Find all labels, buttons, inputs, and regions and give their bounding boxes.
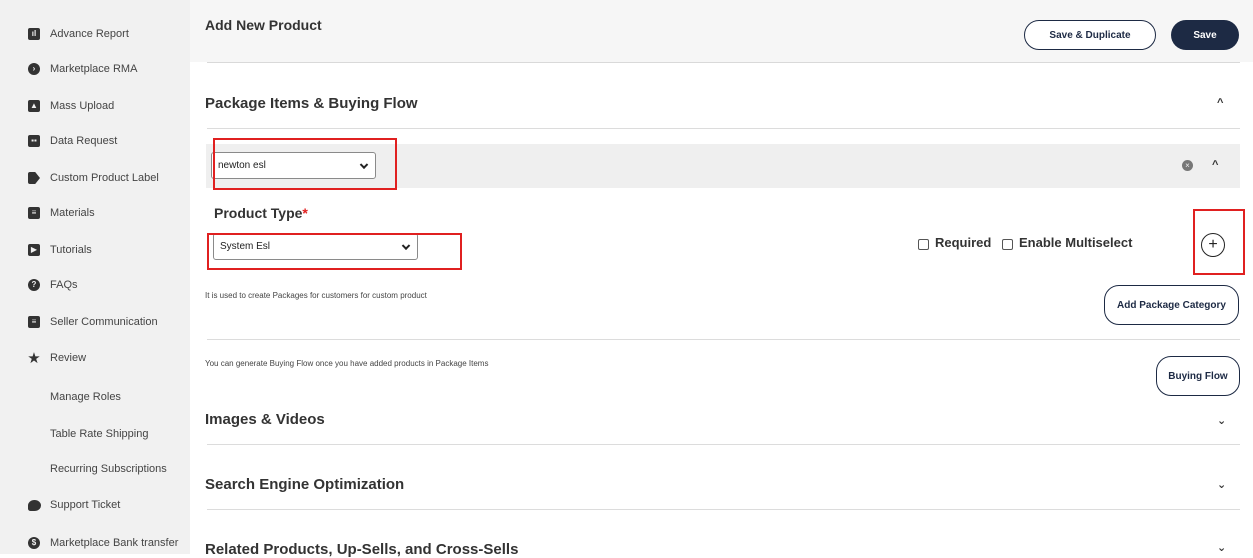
sidebar-item-seller-communication[interactable]: ≡ Seller Communication [0,310,190,334]
document-icon: ≡ [27,206,41,220]
star-icon: ★ [27,349,41,367]
sidebar-item-label: Mass Upload [50,100,115,112]
sidebar-item-review[interactable]: ★ Review [0,346,190,370]
enable-multiselect-checkbox[interactable] [1002,239,1013,250]
play-icon: ▶ [27,243,41,257]
highlight-box-add [1193,209,1245,275]
sidebar-item-label: Custom Product Label [50,172,159,184]
sidebar-item-custom-product-label[interactable]: Custom Product Label [0,166,190,190]
chevron-down-icon[interactable]: ⌄ [1217,414,1226,427]
sidebar-item-label: Data Request [50,135,118,147]
section-title-seo[interactable]: Search Engine Optimization [205,476,404,493]
main-content: Add New Product Save & Duplicate Save Pa… [190,0,1253,558]
header-divider [207,62,1240,63]
sidebar-item-tutorials[interactable]: ▶ Tutorials [0,238,190,262]
sidebar-item-recurring-subscriptions[interactable]: Recurring Subscriptions [0,457,190,481]
help-icon: ? [27,278,41,292]
tag-icon [27,171,41,185]
chevron-up-icon[interactable]: ^ [1217,97,1223,109]
sidebar-item-advance-report[interactable]: ıl Advance Report [0,22,190,46]
required-checkbox[interactable] [918,239,929,250]
highlight-box-product-type [207,233,462,270]
section-divider [207,128,1240,129]
sidebar-item-label: Manage Roles [50,391,121,403]
remove-package-icon[interactable]: × [1182,160,1193,171]
section-title-related-products[interactable]: Related Products, Up-Sells, and Cross-Se… [205,541,518,558]
required-label: Required [935,235,992,250]
section-divider [207,509,1240,510]
rma-icon: › [27,62,41,76]
sidebar: ıl Advance Report › Marketplace RMA ▲ Ma… [0,0,190,554]
sidebar-item-marketplace-rma[interactable]: › Marketplace RMA [0,57,190,81]
upload-icon: ▲ [27,99,41,113]
sidebar-item-label: Support Ticket [50,499,121,511]
sidebar-item-manage-roles[interactable]: Manage Roles [0,385,190,409]
chat-icon [27,498,41,512]
product-type-label-text: Product Type [214,205,303,221]
buying-flow-hint-text: You can generate Buying Flow once you ha… [205,359,489,368]
sidebar-item-label: Seller Communication [50,316,158,328]
section-divider [207,444,1240,445]
sidebar-item-table-rate-shipping[interactable]: Table Rate Shipping [0,422,190,446]
packages-hint-text: It is used to create Packages for custom… [205,291,427,300]
add-package-category-button[interactable]: Add Package Category [1104,285,1239,325]
sidebar-item-marketplace-bank-transfer[interactable]: $ Marketplace Bank transfer [0,531,190,555]
sidebar-item-label: Table Rate Shipping [50,428,149,440]
sidebar-item-materials[interactable]: ≡ Materials [0,201,190,225]
sidebar-item-support-ticket[interactable]: Support Ticket [0,493,190,517]
chevron-up-icon[interactable]: ^ [1212,159,1218,171]
message-icon: ≡ [27,315,41,329]
sidebar-item-data-request[interactable]: ▪▪ Data Request [0,129,190,153]
sidebar-item-label: Tutorials [50,244,92,256]
highlight-box-package [213,138,397,190]
save-button[interactable]: Save [1171,20,1239,50]
section-divider [207,339,1240,340]
sidebar-item-label: Marketplace RMA [50,63,138,75]
enable-multiselect-label: Enable Multiselect [1019,235,1133,250]
sidebar-item-label: Review [50,352,87,364]
section-title-package-items: Package Items & Buying Flow [205,95,418,112]
bank-icon: $ [27,536,41,550]
required-mark: * [302,205,308,221]
sidebar-item-faqs[interactable]: ? FAQs [0,273,190,297]
save-duplicate-button[interactable]: Save & Duplicate [1024,20,1156,50]
section-title-images-videos[interactable]: Images & Videos [205,411,325,428]
sidebar-item-label: FAQs [50,279,78,291]
page-header: Add New Product Save & Duplicate Save [190,0,1253,62]
data-icon: ▪▪ [27,134,41,148]
page-title: Add New Product [205,17,322,33]
product-type-label: Product Type* [214,205,308,221]
sidebar-item-label: Recurring Subscriptions [50,463,167,475]
sidebar-item-label: Advance Report [50,28,129,40]
buying-flow-button[interactable]: Buying Flow [1156,356,1240,396]
chevron-down-icon[interactable]: ⌄ [1217,478,1226,491]
chevron-down-icon[interactable]: ⌄ [1217,541,1226,554]
report-icon: ıl [27,27,41,41]
sidebar-item-label: Marketplace Bank transfer [50,537,179,549]
sidebar-item-label: Materials [50,207,95,219]
sidebar-item-mass-upload[interactable]: ▲ Mass Upload [0,94,190,118]
